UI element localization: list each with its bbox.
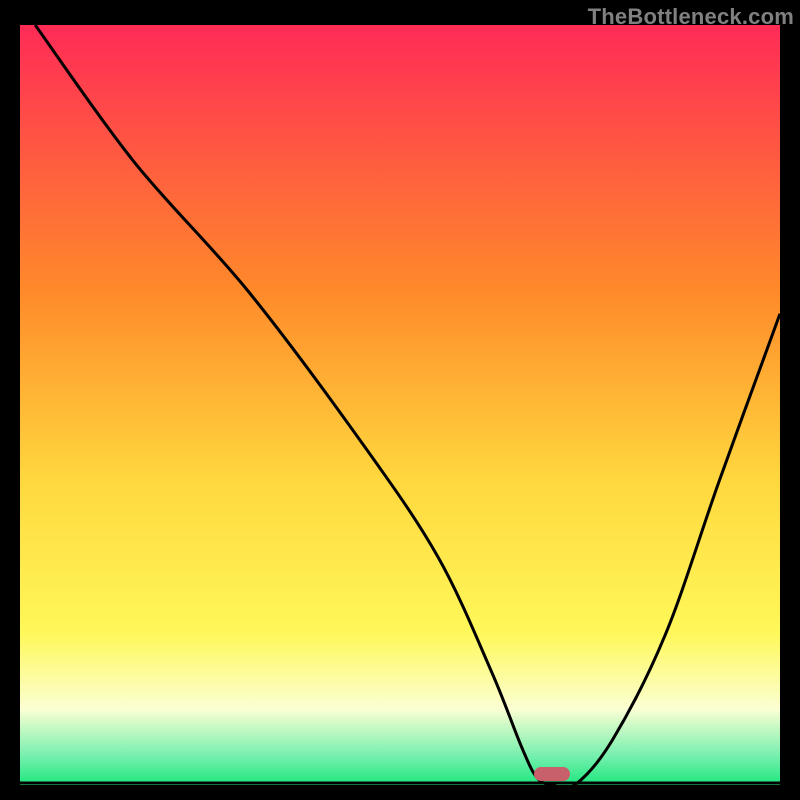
optimal-marker bbox=[534, 767, 570, 781]
watermark-text: TheBottleneck.com bbox=[588, 4, 794, 30]
bottleneck-curve-svg bbox=[20, 25, 780, 785]
bottleneck-curve bbox=[35, 25, 780, 785]
chart-frame: TheBottleneck.com bbox=[0, 0, 800, 800]
plot-area bbox=[20, 25, 780, 785]
